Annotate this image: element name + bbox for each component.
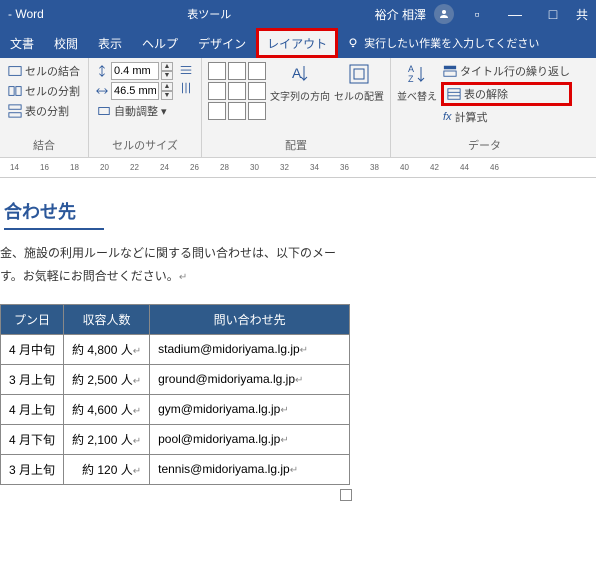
group-alignment: A 文字列の方向 セルの配置 配置: [202, 58, 391, 157]
paragraph[interactable]: 金、施設の利用ルールなどに関する問い合わせは、以下のメー す。お気軽にお問合せく…: [0, 242, 596, 288]
text-direction-button[interactable]: A 文字列の方向: [270, 62, 330, 135]
app-name: - Word: [0, 7, 44, 21]
ribbon-tabs: 文書 校閲 表示 ヘルプ デザイン レイアウト 実行したい作業を入力してください: [0, 28, 596, 58]
distribute-cols-button[interactable]: [177, 80, 195, 96]
width-up[interactable]: ▲: [161, 82, 173, 91]
table-row[interactable]: 4 月中旬 約 4,800 人↵ stadium@midoriyama.lg.j…: [1, 334, 350, 364]
group-merge: セルの結合 セルの分割 表の分割 結合: [0, 58, 89, 157]
align-ml[interactable]: [208, 82, 226, 100]
merge-cells-button[interactable]: セルの結合: [6, 62, 82, 80]
split-table-button[interactable]: 表の分割: [6, 102, 82, 120]
lightbulb-icon: [346, 36, 360, 50]
tell-me-search[interactable]: 実行したい作業を入力してください: [338, 35, 539, 51]
minimize-button[interactable]: —: [500, 6, 530, 22]
col-contact[interactable]: 問い合わせ先: [150, 304, 350, 334]
tab-review[interactable]: 校閲: [44, 28, 88, 58]
distribute-rows-icon: [179, 63, 193, 77]
row-height-field[interactable]: ▲▼: [95, 62, 173, 80]
table-end-marker: [340, 489, 352, 501]
context-tab-label: 表ツール: [44, 6, 375, 22]
group-cell-size: ▲▼ ▲▼ 自動調整 ▾ セ: [89, 58, 202, 157]
width-down[interactable]: ▼: [161, 91, 173, 100]
document-area[interactable]: 合わせ先 金、施設の利用ルールなどに関する問い合わせは、以下のメー す。お気軽に…: [0, 178, 596, 506]
tab-view[interactable]: 表示: [88, 28, 132, 58]
data-table[interactable]: プン日 収容人数 問い合わせ先 4 月中旬 約 4,800 人↵ stadium…: [0, 304, 350, 485]
align-mc[interactable]: [228, 82, 246, 100]
align-tc[interactable]: [228, 62, 246, 80]
align-tl[interactable]: [208, 62, 226, 80]
svg-text:A: A: [292, 65, 302, 81]
width-icon: [95, 84, 109, 98]
cell-margins-icon: [347, 62, 371, 86]
align-br[interactable]: [248, 102, 266, 120]
distribute-rows-button[interactable]: [177, 62, 195, 78]
maximize-button[interactable]: □: [538, 6, 568, 22]
height-up[interactable]: ▲: [161, 62, 173, 71]
heading[interactable]: 合わせ先: [4, 198, 104, 230]
repeat-header-button[interactable]: タイトル行の繰り返し: [441, 62, 572, 80]
distribute-cols-icon: [179, 81, 193, 95]
alignment-grid: [208, 62, 266, 135]
svg-text:Z: Z: [408, 74, 414, 84]
svg-text:A: A: [408, 64, 414, 74]
height-down[interactable]: ▼: [161, 71, 173, 80]
tab-layout[interactable]: レイアウト: [256, 28, 338, 58]
autofit-icon: [97, 104, 111, 118]
tab-help[interactable]: ヘルプ: [132, 28, 188, 58]
autofit-button[interactable]: 自動調整 ▾: [95, 102, 173, 120]
share-button[interactable]: 共: [576, 6, 588, 23]
group-data: AZ 並べ替え タイトル行の繰り返し 表の解除 fx 計算式 データ: [391, 58, 578, 157]
user-avatar[interactable]: [434, 4, 454, 24]
group-merge-label: 結合: [6, 135, 82, 153]
split-table-icon: [8, 104, 22, 118]
fx-icon: fx: [443, 111, 452, 123]
table-header-row: プン日 収容人数 問い合わせ先: [1, 304, 350, 334]
align-bc[interactable]: [228, 102, 246, 120]
user-name: 裕介 相澤: [375, 6, 426, 23]
sort-button[interactable]: AZ 並べ替え: [397, 62, 437, 135]
titlebar: - Word 表ツール 裕介 相澤 ▫ — □ 共: [0, 0, 596, 28]
formula-button[interactable]: fx 計算式: [441, 108, 572, 126]
align-tr[interactable]: [248, 62, 266, 80]
convert-to-text-button[interactable]: 表の解除: [441, 82, 572, 106]
convert-table-icon: [447, 87, 461, 101]
ribbon: セルの結合 セルの分割 表の分割 結合 ▲▼: [0, 58, 596, 158]
col-width-field[interactable]: ▲▼: [95, 82, 173, 100]
tab-doc[interactable]: 文書: [0, 28, 44, 58]
merge-cells-icon: [8, 64, 22, 78]
col-open[interactable]: プン日: [1, 304, 64, 334]
split-cells-button[interactable]: セルの分割: [6, 82, 82, 100]
paragraph-mark: ↵: [179, 272, 187, 283]
table-row[interactable]: 4 月下旬 約 2,100 人↵ pool@midoriyama.lg.jp↵: [1, 424, 350, 454]
cell-margins-button[interactable]: セルの配置: [334, 62, 384, 135]
table-row[interactable]: 3 月上旬 約 120 人↵ tennis@midoriyama.lg.jp↵: [1, 454, 350, 484]
text-direction-icon: A: [288, 62, 312, 86]
repeat-header-icon: [443, 64, 457, 78]
sort-icon: AZ: [405, 62, 429, 86]
person-icon: [438, 8, 450, 20]
ribbon-options-button[interactable]: ▫: [462, 6, 492, 22]
ruler[interactable]: 14 16 18 20 22 24 26 28 30 32 34 36 38 4…: [0, 158, 596, 178]
group-align-label: 配置: [208, 135, 384, 153]
table-container: プン日 収容人数 問い合わせ先 4 月中旬 約 4,800 人↵ stadium…: [0, 304, 596, 506]
table-row[interactable]: 3 月上旬 約 2,500 人↵ ground@midoriyama.lg.jp…: [1, 364, 350, 394]
split-cells-icon: [8, 84, 22, 98]
group-data-label: データ: [397, 135, 572, 153]
align-bl[interactable]: [208, 102, 226, 120]
group-size-label: セルのサイズ: [95, 135, 195, 153]
tab-design[interactable]: デザイン: [188, 28, 256, 58]
col-capacity[interactable]: 収容人数: [64, 304, 150, 334]
height-icon: [95, 64, 109, 78]
align-mr[interactable]: [248, 82, 266, 100]
table-row[interactable]: 4 月上旬 約 4,600 人↵ gym@midoriyama.lg.jp↵: [1, 394, 350, 424]
